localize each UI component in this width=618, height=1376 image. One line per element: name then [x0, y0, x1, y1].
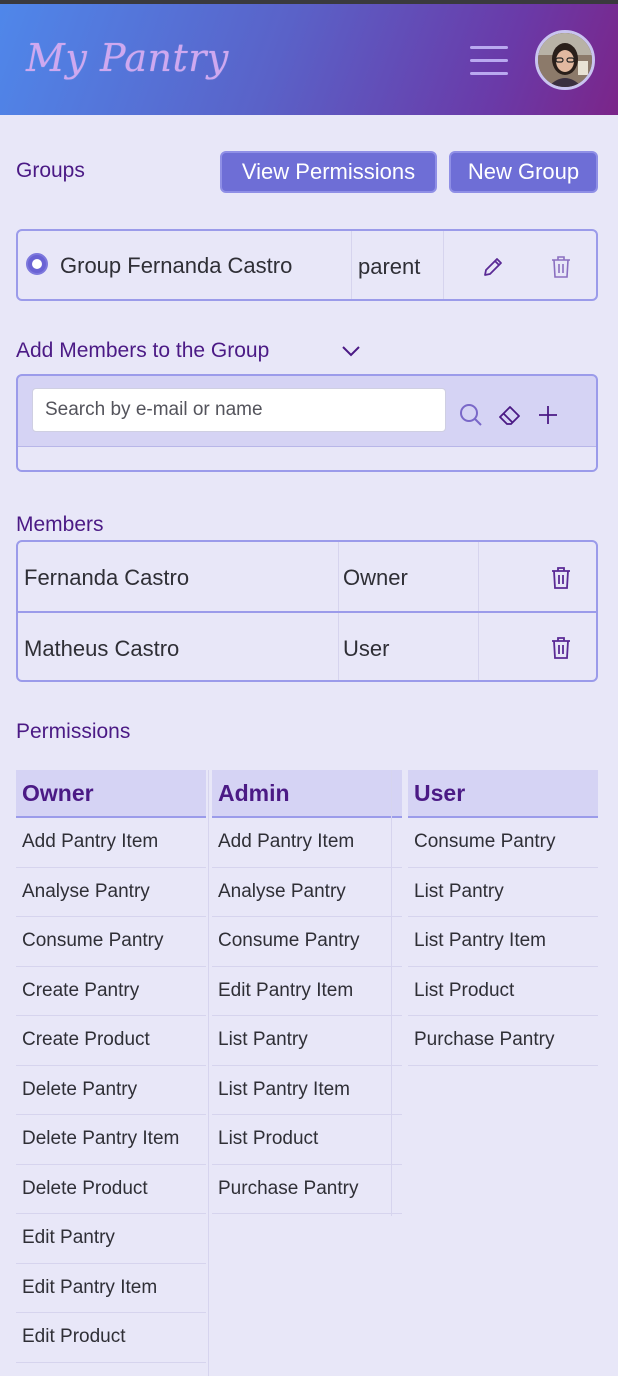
- table-row: Matheus Castro User: [18, 613, 596, 680]
- avatar[interactable]: [535, 30, 595, 90]
- list-item: List Pantry: [408, 868, 598, 917]
- results-area: [18, 446, 596, 470]
- members-table: Fernanda Castro Owner Matheus Castro Use…: [16, 540, 598, 682]
- list-item: List Pantry Item: [408, 917, 598, 967]
- add-members-title[interactable]: Add Members to the Group: [16, 339, 269, 363]
- divider: [391, 770, 392, 1216]
- list-item: List Product: [408, 967, 598, 1016]
- chevron-down-icon[interactable]: [341, 343, 361, 362]
- divider: [478, 542, 479, 612]
- trash-icon[interactable]: [551, 637, 571, 663]
- list-item: List Pantry Item: [212, 1066, 402, 1115]
- plus-icon[interactable]: [537, 404, 559, 430]
- list-item: Edit Pantry Item: [212, 967, 402, 1016]
- pencil-icon[interactable]: [481, 255, 505, 283]
- list-item: Delete Pantry: [16, 1066, 206, 1115]
- radio-icon[interactable]: [26, 253, 48, 275]
- new-group-button[interactable]: New Group: [449, 151, 598, 193]
- list-item: Purchase Pantry: [408, 1016, 598, 1066]
- eraser-icon[interactable]: [498, 404, 522, 430]
- list-item: Analyse Pantry: [212, 868, 402, 917]
- list-item: Edit Pantry Item: [16, 1264, 206, 1313]
- divider: [338, 613, 339, 680]
- divider: [351, 231, 352, 299]
- list-item: Add Pantry Item: [16, 818, 206, 868]
- column-header: User: [408, 770, 598, 818]
- view-permissions-button[interactable]: View Permissions: [220, 151, 437, 193]
- divider: [443, 231, 444, 299]
- column-header: Admin: [212, 770, 402, 818]
- member-role: User: [343, 636, 390, 661]
- member-name: Fernanda Castro: [24, 565, 190, 590]
- search-icon[interactable]: [459, 403, 483, 431]
- list-item: List Product: [212, 1115, 402, 1165]
- table-row: Fernanda Castro Owner: [18, 542, 596, 612]
- list-item: Analyse Pantry: [16, 868, 206, 917]
- list-item: Consume Pantry: [408, 818, 598, 868]
- list-item: Purchase Pantry: [212, 1165, 402, 1214]
- list-item: Create Product: [16, 1016, 206, 1066]
- list-item: Delete Product: [16, 1165, 206, 1214]
- list-item: Create Pantry: [16, 967, 206, 1016]
- app-logo[interactable]: My Pantry: [26, 36, 229, 80]
- add-members-panel: [16, 374, 598, 472]
- column-header: Owner: [16, 770, 206, 818]
- group-role: parent: [358, 254, 421, 279]
- divider: [478, 613, 479, 680]
- permissions-column-owner: Owner Add Pantry Item Analyse Pantry Con…: [16, 770, 209, 1376]
- menu-icon[interactable]: [470, 44, 508, 78]
- trash-icon[interactable]: [551, 567, 571, 593]
- divider: [208, 770, 209, 1376]
- list-item: Edit Product: [16, 1313, 206, 1363]
- divider: [338, 542, 339, 612]
- list-item: Delete Pantry Item: [16, 1115, 206, 1165]
- groups-title: Groups: [16, 159, 85, 182]
- list-item: Edit Pantry: [16, 1214, 206, 1264]
- group-row[interactable]: Group Fernanda Castro parent: [16, 229, 598, 301]
- list-item: Consume Pantry: [212, 917, 402, 967]
- list-item: Add Pantry Item: [212, 818, 402, 868]
- permissions-column-admin: Admin Add Pantry Item Analyse Pantry Con…: [212, 770, 402, 1216]
- app-header: My Pantry: [0, 4, 618, 115]
- permissions-title: Permissions: [16, 720, 131, 743]
- list-item: List Pantry: [212, 1016, 402, 1066]
- member-name: Matheus Castro: [24, 636, 180, 661]
- search-input[interactable]: [32, 388, 446, 432]
- members-title: Members: [16, 513, 104, 536]
- permissions-column-user: User Consume Pantry List Pantry List Pan…: [408, 770, 598, 1066]
- list-item: Consume Pantry: [16, 917, 206, 967]
- member-role: Owner: [343, 565, 408, 590]
- group-name: Group Fernanda Castro: [60, 253, 293, 278]
- trash-icon[interactable]: [551, 256, 571, 282]
